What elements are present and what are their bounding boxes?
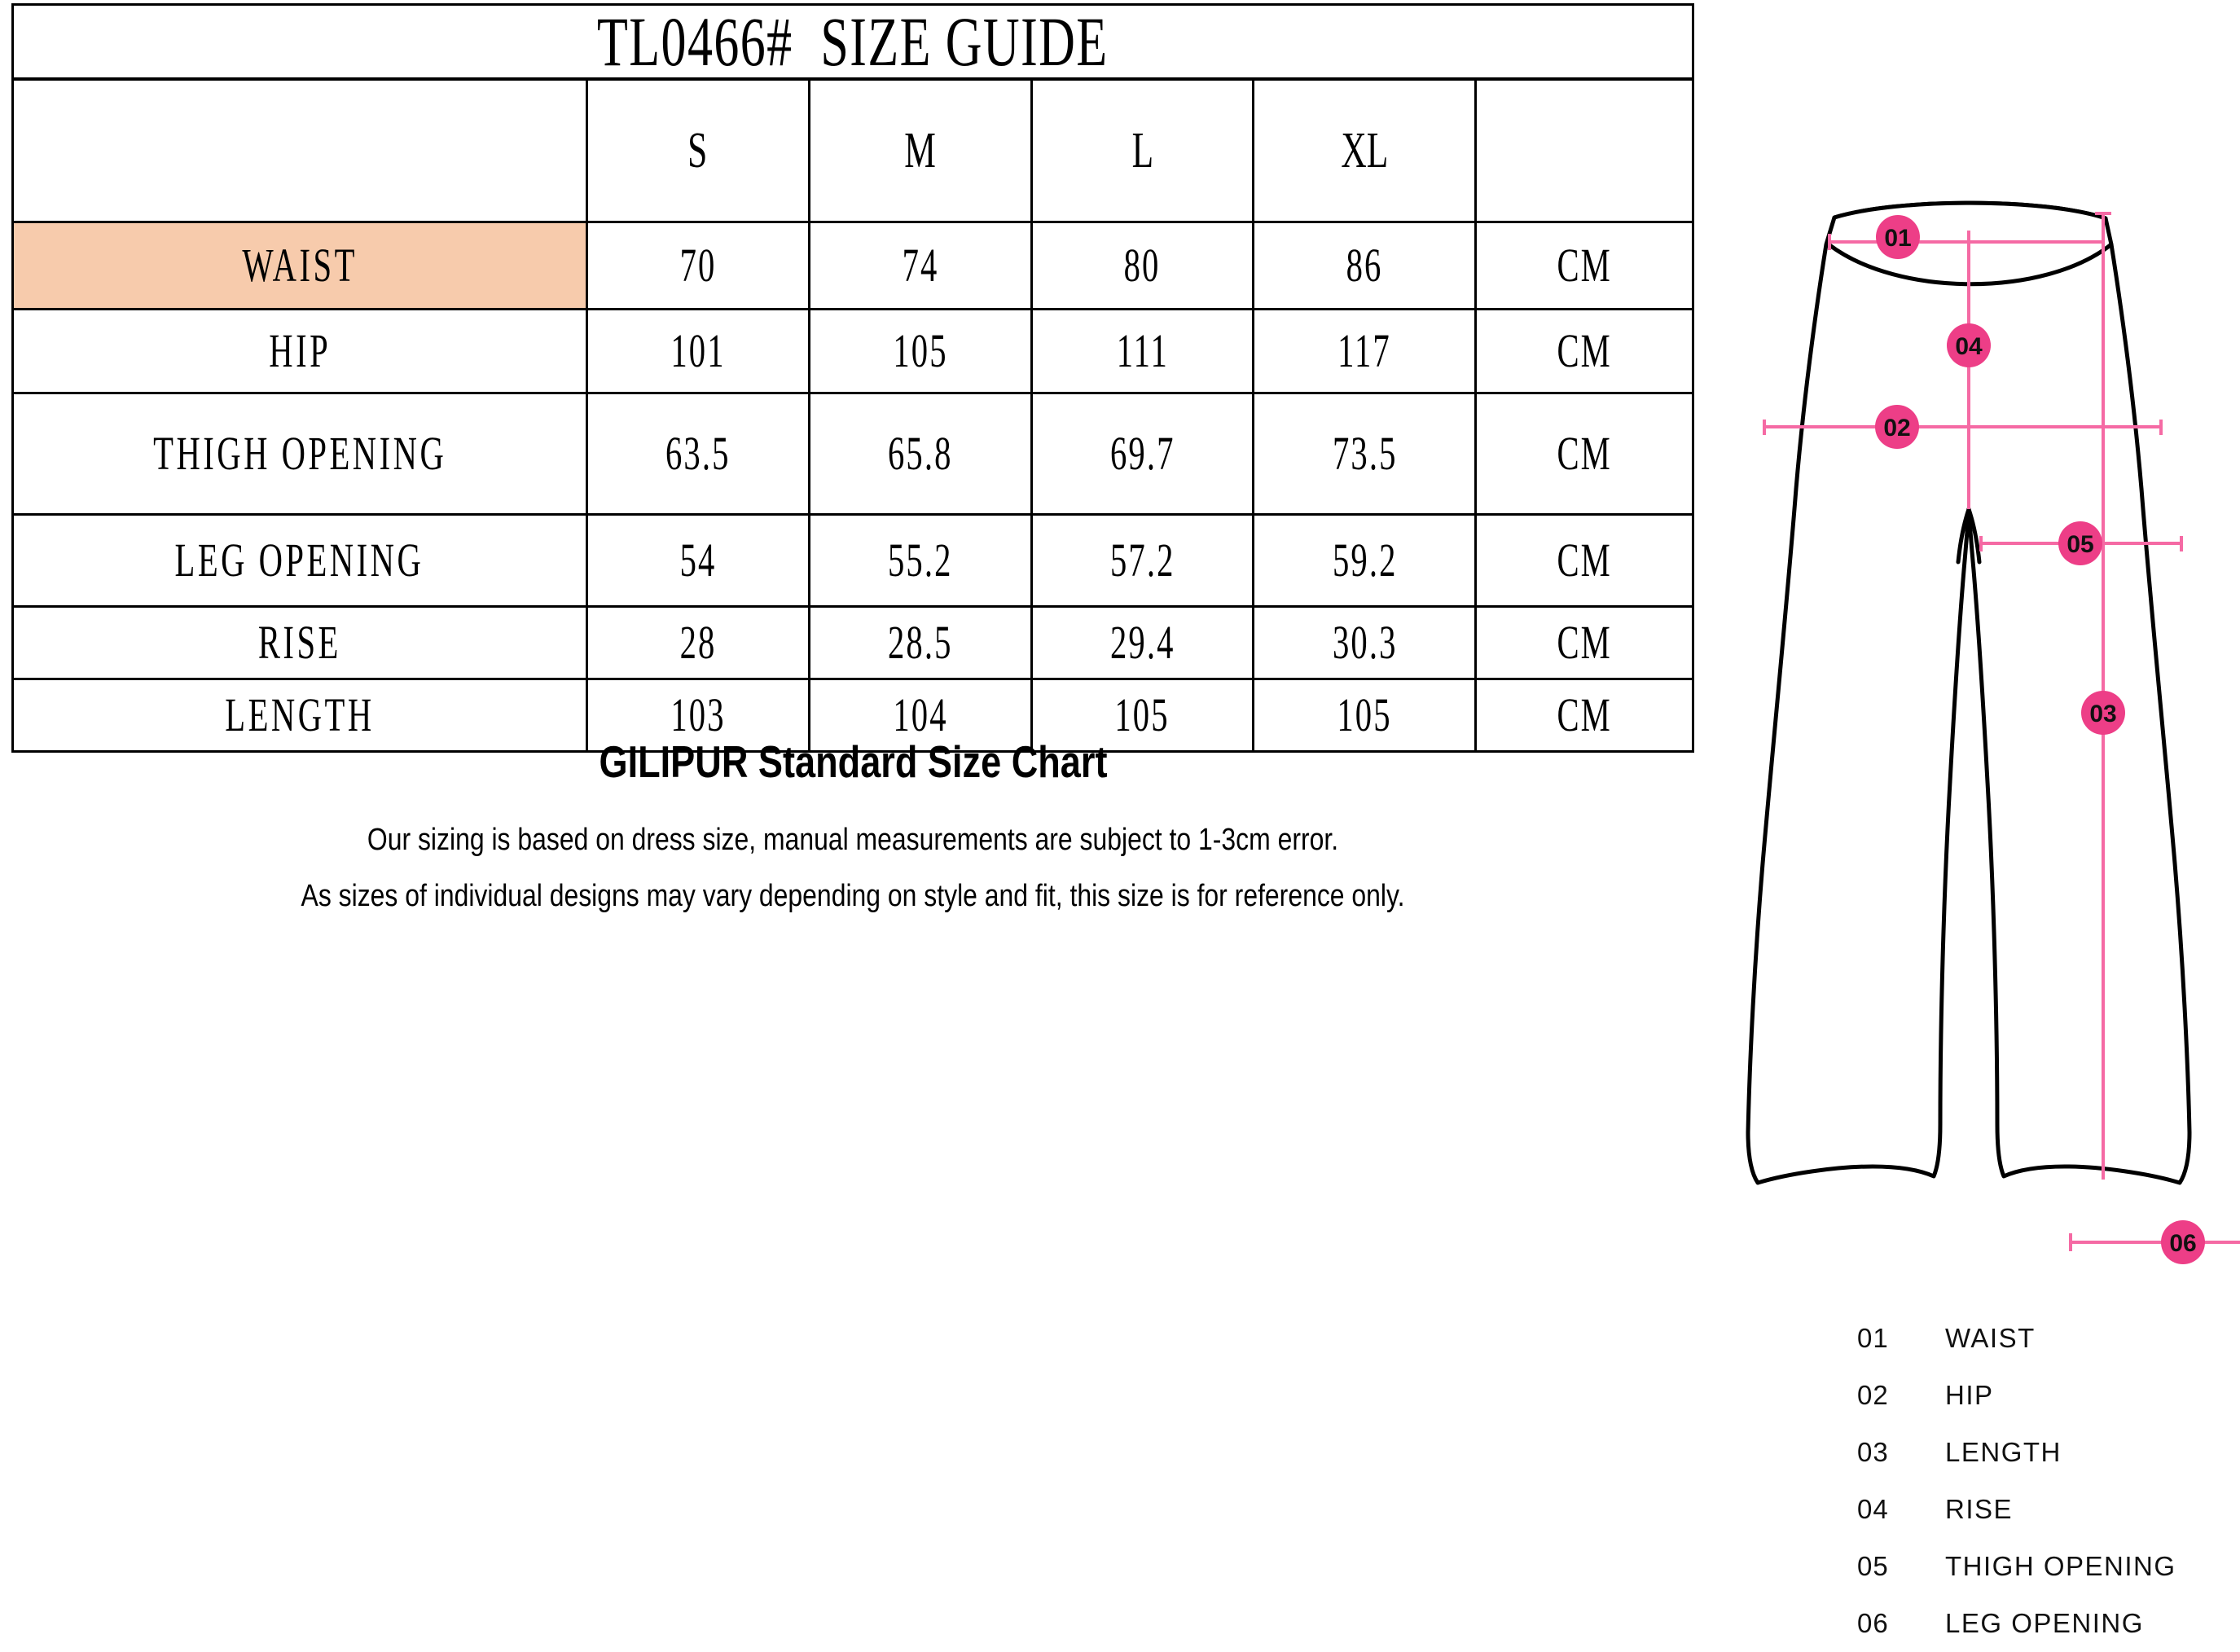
legend-label-05: THIGH OPENING: [1945, 1551, 2176, 1581]
row-label-rise: RISE: [11, 605, 588, 680]
size-table-container: TL0466# SIZE GUIDE S M L XL WAIST 70 74 …: [11, 3, 1694, 753]
footer-notes: Our sizing is based on dress size, manua…: [11, 821, 1694, 916]
size-table: TL0466# SIZE GUIDE S M L XL WAIST 70 74 …: [11, 3, 1694, 753]
table-row: WAIST 70 74 80 86 CM: [11, 221, 1694, 310]
cell-leg-unit: CM: [1474, 513, 1694, 608]
marker-06-label: 06: [2169, 1230, 2196, 1257]
cell-thigh-m: 65.8: [807, 392, 1033, 516]
legend-label-04: RISE: [1945, 1494, 2014, 1524]
legend-item-rise: 04 RISE: [1857, 1481, 2240, 1538]
legend-num-01: 01: [1857, 1323, 1889, 1353]
table-header-row: S M L XL: [11, 77, 1694, 223]
table-row: THIGH OPENING 63.5 65.8 69.7 73.5 CM: [11, 392, 1694, 516]
cell-rise-xl: 30.3: [1252, 605, 1478, 680]
marker-01-label: 01: [1884, 225, 1911, 252]
cell-thigh-xl: 73.5: [1252, 392, 1478, 516]
marker-05-label: 05: [2067, 531, 2093, 558]
cell-leg-s: 54: [585, 513, 810, 608]
cell-rise-l: 29.4: [1030, 605, 1255, 680]
table-row: HIP 101 105 111 117 CM: [11, 308, 1694, 394]
cell-hip-l: 111: [1030, 308, 1255, 394]
cell-rise-unit: CM: [1474, 605, 1694, 680]
pants-svg: 01 04 02 05 03 06: [1746, 200, 2240, 1264]
footer-note-1: Our sizing is based on dress size, manua…: [367, 822, 1339, 857]
size-guide-page: TL0466# SIZE GUIDE S M L XL WAIST 70 74 …: [0, 0, 2240, 1649]
legend-num-05: 05: [1857, 1551, 1889, 1581]
header-cell-s: S: [585, 77, 810, 223]
table-row: RISE 28 28.5 29.4 30.3 CM: [11, 605, 1694, 680]
cell-hip-xl: 117: [1252, 308, 1478, 394]
cell-thigh-l: 69.7: [1030, 392, 1255, 516]
header-cell-m: M: [807, 77, 1033, 223]
legend-item-leg-opening: 06 LEG OPENING: [1857, 1595, 2240, 1652]
legend-label-02: HIP: [1945, 1380, 1994, 1410]
marker-03-label: 03: [2089, 701, 2116, 727]
header-cell-xl: XL: [1252, 77, 1478, 223]
cell-hip-unit: CM: [1474, 308, 1694, 394]
cell-hip-s: 101: [585, 308, 810, 394]
legend-label-01: WAIST: [1945, 1323, 2036, 1353]
cell-leg-m: 55.2: [807, 513, 1033, 608]
header-cell-blank-right: [1474, 77, 1694, 223]
table-row: LEG OPENING 54 55.2 57.2 59.2 CM: [11, 513, 1694, 608]
legend-item-thigh-opening: 05 THIGH OPENING: [1857, 1538, 2240, 1595]
cell-waist-unit: CM: [1474, 221, 1694, 310]
pants-technical-drawing: 01 04 02 05 03 06: [1694, 0, 2240, 1303]
footer-heading: GILIPUR Standard Size Chart: [599, 736, 1107, 787]
legend-item-hip: 02 HIP: [1857, 1367, 2240, 1424]
legend-item-waist: 01 WAIST: [1857, 1310, 2240, 1367]
table-title-row: TL0466# SIZE GUIDE: [11, 2, 1694, 81]
footer-heading-wrap: GILIPUR Standard Size Chart: [11, 737, 1694, 787]
header-cell-l: L: [1030, 77, 1255, 223]
footer-section: GILIPUR Standard Size Chart Our sizing i…: [11, 737, 1694, 934]
legend-num-02: 02: [1857, 1380, 1889, 1410]
cell-waist-s: 70: [585, 221, 810, 310]
cell-waist-l: 80: [1030, 221, 1255, 310]
legend-num-04: 04: [1857, 1494, 1889, 1524]
cell-thigh-unit: CM: [1474, 392, 1694, 516]
cell-rise-s: 28: [585, 605, 810, 680]
cell-rise-m: 28.5: [807, 605, 1033, 680]
row-label-leg-opening: LEG OPENING: [11, 513, 588, 608]
legend-label-03: LENGTH: [1945, 1437, 2062, 1467]
marker-04-label: 04: [1955, 333, 1983, 360]
cell-leg-xl: 59.2: [1252, 513, 1478, 608]
page-title-text: TL0466# SIZE GUIDE: [597, 2, 1109, 81]
row-label-waist: WAIST: [11, 221, 588, 310]
cell-leg-l: 57.2: [1030, 513, 1255, 608]
cell-waist-m: 74: [807, 221, 1033, 310]
footer-note-2: As sizes of individual designs may vary …: [301, 879, 1405, 913]
legend-num-06: 06: [1857, 1608, 1889, 1638]
cell-thigh-s: 63.5: [585, 392, 810, 516]
page-title: TL0466# SIZE GUIDE: [11, 2, 1694, 81]
legend-item-length: 03 LENGTH: [1857, 1424, 2240, 1481]
row-label-hip: HIP: [11, 308, 588, 394]
row-label-thigh-opening: THIGH OPENING: [11, 392, 588, 516]
marker-02-label: 02: [1883, 415, 1910, 442]
legend-label-06: LEG OPENING: [1945, 1608, 2144, 1638]
measurement-legend: 01 WAIST 02 HIP 03 LENGTH 04 RISE 05 THI…: [1857, 1310, 2240, 1652]
cell-hip-m: 105: [807, 308, 1033, 394]
header-cell-blank-left: [11, 77, 588, 223]
cell-waist-xl: 86: [1252, 221, 1478, 310]
legend-num-03: 03: [1857, 1437, 1889, 1467]
